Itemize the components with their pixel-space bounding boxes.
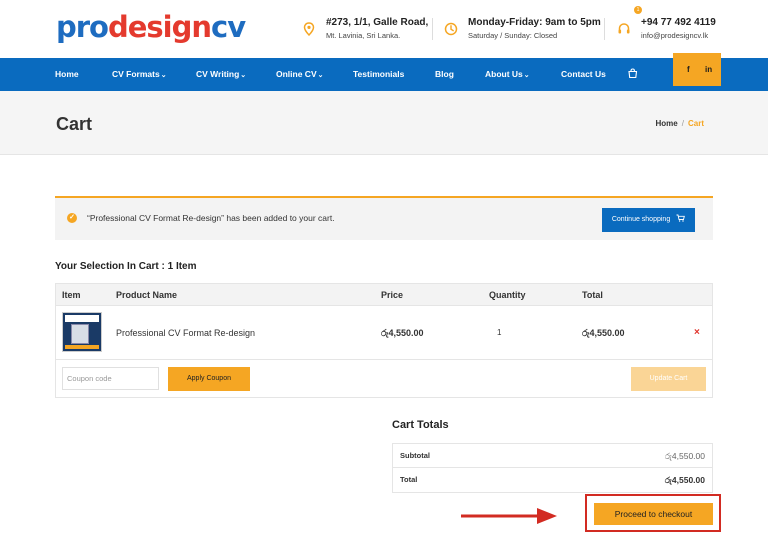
cart-selection-heading: Your Selection In Cart : 1 Item	[55, 261, 197, 272]
cart-table: Item Product Name Price Quantity Total P…	[55, 283, 713, 398]
cart-totals-heading: Cart Totals	[392, 419, 449, 431]
table-header: Item Product Name Price Quantity Total	[56, 284, 712, 306]
total-value: රු4,550.00	[664, 475, 705, 485]
notice-message: “Professional CV Format Re-design” has b…	[87, 213, 335, 223]
column-header-item: Item	[62, 290, 81, 300]
chevron-down-icon: ⌄	[160, 72, 167, 79]
address-line-1: #273, 1/1, Galle Road,	[326, 17, 429, 28]
quantity-field[interactable]: 1	[497, 306, 501, 360]
table-row: Professional CV Format Re-design රු4,550…	[56, 306, 712, 360]
address-line-2: Mt. Lavinia, Sri Lanka.	[326, 31, 401, 40]
breadcrumb-current: Cart	[687, 119, 704, 128]
hours-block: Monday-Friday: 9am to 5pm Saturday / Sun…	[444, 16, 601, 42]
column-header-quantity: Quantity	[489, 290, 526, 300]
proceed-to-checkout-button[interactable]: Proceed to checkout	[594, 503, 713, 525]
subtotal-value: රු4,550.00	[664, 451, 705, 461]
clock-icon	[444, 22, 458, 36]
page-title-bar: Cart Home / Cart	[0, 91, 768, 155]
chevron-down-icon: ⌄	[317, 72, 324, 79]
cart-count-badge: 1	[634, 6, 642, 14]
hours-line-1: Monday-Friday: 9am to 5pm	[468, 17, 601, 28]
hours-line-2: Saturday / Sunday: Closed	[468, 31, 558, 40]
pointer-arrow-icon	[461, 508, 557, 524]
apply-coupon-button[interactable]: Apply Coupon	[168, 367, 250, 391]
address-block: #273, 1/1, Galle Road, Mt. Lavinia, Sri …	[302, 16, 428, 42]
total-label: Total	[400, 475, 418, 484]
site-header: prodesigncv #273, 1/1, Galle Road, Mt. L…	[0, 0, 768, 58]
product-name-link[interactable]: Professional CV Format Re-design	[116, 306, 255, 360]
page-title: Cart	[56, 114, 93, 134]
subtotal-label: Subtotal	[400, 451, 430, 460]
facebook-icon[interactable]: f	[687, 53, 690, 86]
coupon-code-input[interactable]	[62, 367, 159, 390]
nav-testimonials[interactable]: Testimonials	[353, 58, 404, 91]
nav-contact-us[interactable]: Contact Us	[561, 58, 606, 91]
nav-online-cv[interactable]: Online CV⌄	[276, 58, 324, 91]
breadcrumb: Home / Cart	[656, 119, 704, 128]
product-total: රු4,550.00	[582, 328, 625, 338]
contact-block: +94 77 492 4119 info@prodesigncv.lk	[617, 16, 716, 42]
breadcrumb-separator: /	[681, 119, 684, 128]
nav-cv-writing[interactable]: CV Writing⌄	[196, 58, 246, 91]
cart-icon[interactable]	[627, 68, 638, 79]
subtotal-row: Subtotal රු4,550.00	[393, 444, 712, 468]
product-price: රු4,550.00	[381, 328, 424, 338]
site-logo[interactable]: prodesigncv	[56, 10, 246, 44]
cart-totals-table: Subtotal රු4,550.00 Total රු4,550.00	[392, 443, 713, 493]
remove-item-icon[interactable]: ×	[694, 306, 700, 360]
chevron-down-icon: ⌄	[523, 72, 530, 79]
nav-blog[interactable]: Blog	[435, 58, 454, 91]
nav-about-us[interactable]: About Us⌄	[485, 58, 530, 91]
logo-text-pro: pro	[56, 10, 109, 44]
social-links: f in	[673, 53, 721, 86]
check-circle-icon: ✓	[67, 213, 77, 223]
column-header-total: Total	[582, 290, 603, 300]
product-thumbnail[interactable]	[62, 312, 102, 352]
cart-notice: ✓ “Professional CV Format Re-design” has…	[55, 196, 713, 240]
nav-cv-formats[interactable]: CV Formats⌄	[112, 58, 167, 91]
column-header-price: Price	[381, 290, 404, 300]
logo-text-design: design	[107, 10, 212, 44]
headset-icon	[618, 23, 630, 34]
linkedin-icon[interactable]: in	[705, 53, 712, 86]
continue-shopping-button[interactable]: Continue shopping	[602, 208, 695, 232]
header-divider	[432, 18, 433, 40]
nav-home[interactable]: Home	[55, 58, 79, 91]
email-address[interactable]: info@prodesigncv.lk	[641, 30, 716, 42]
chevron-down-icon: ⌄	[240, 72, 247, 79]
header-divider	[604, 18, 605, 40]
breadcrumb-home[interactable]: Home	[656, 119, 678, 128]
column-header-product: Product Name	[116, 290, 178, 300]
phone-number[interactable]: +94 77 492 4119	[641, 16, 716, 30]
total-row: Total රු4,550.00	[393, 468, 712, 492]
logo-text-cv: cv	[211, 10, 246, 44]
map-pin-icon	[303, 22, 315, 36]
update-cart-button[interactable]: Update Cart	[631, 367, 706, 391]
cart-icon	[676, 214, 686, 222]
main-nav: Home CV Formats⌄ CV Writing⌄ Online CV⌄ …	[0, 58, 768, 91]
